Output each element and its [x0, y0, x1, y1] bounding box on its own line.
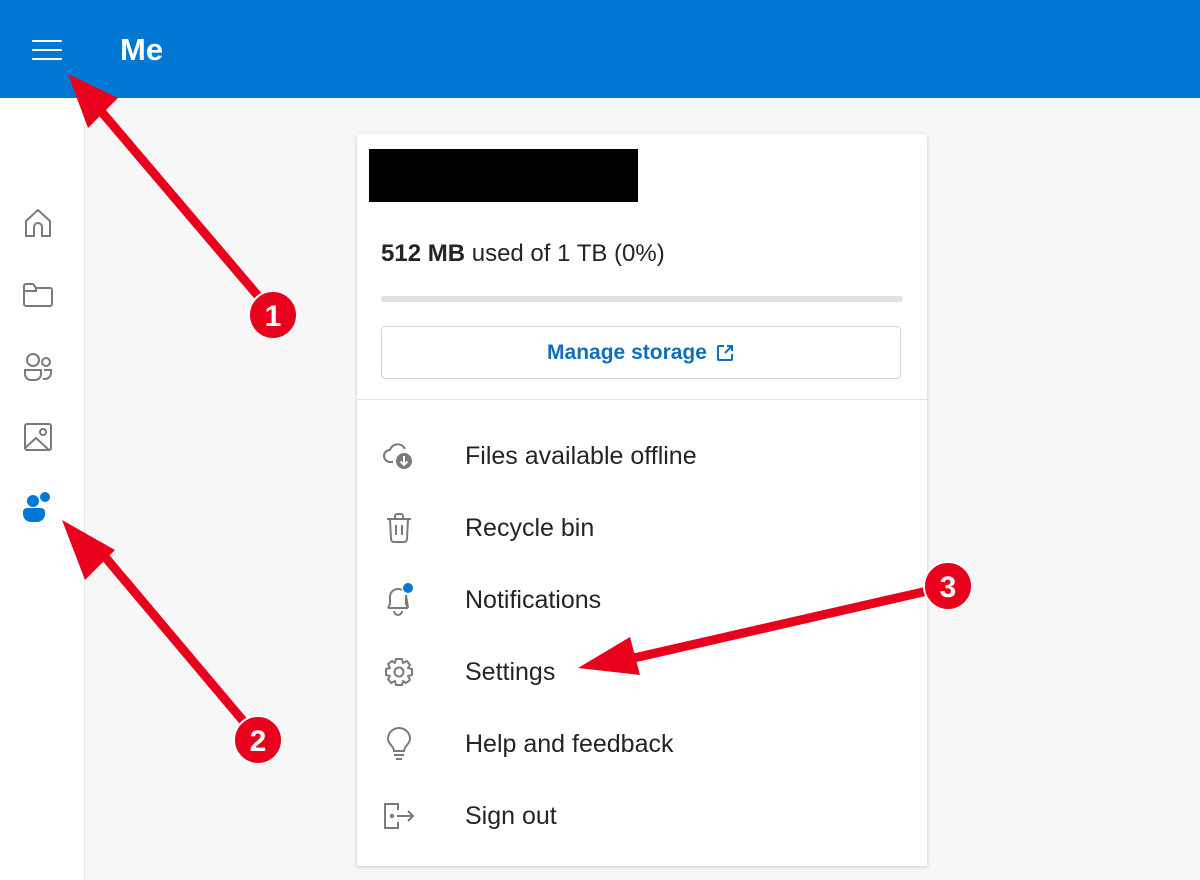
folder-icon [23, 283, 53, 307]
storage-usage-rest: used of 1 TB (0%) [465, 240, 665, 267]
bell-icon [387, 583, 413, 616]
annotation-number-1: 1 [265, 300, 282, 333]
menu-item-label: Files available offline [465, 441, 697, 470]
divider [357, 399, 927, 400]
sign-out-icon [384, 803, 415, 829]
image-icon [24, 423, 52, 451]
menu-item-label: Settings [465, 657, 556, 686]
menu-item-settings[interactable]: Settings [357, 642, 927, 702]
menu-item-notifications[interactable]: Notifications [357, 570, 927, 630]
sidebar-item-shared[interactable] [20, 349, 56, 385]
sidebar-item-me[interactable] [20, 489, 56, 525]
hamburger-menu-button[interactable] [30, 36, 66, 66]
sidebar [0, 98, 85, 880]
cloud-download-icon [383, 443, 412, 469]
page-title: Me [120, 32, 164, 67]
top-bar: Me [0, 0, 1200, 98]
annotation-arrow-1: 1 [68, 74, 298, 340]
menu-item-label: Help and feedback [465, 729, 674, 758]
sidebar-item-photos[interactable] [20, 419, 56, 455]
hamburger-icon-line [32, 49, 62, 51]
external-link-icon [716, 344, 733, 361]
sidebar-item-home[interactable] [20, 205, 56, 241]
annotation-number-2: 2 [250, 725, 267, 758]
trash-icon [387, 513, 411, 543]
account-menu-card: 512 MB used of 1 TB (0%) Manage storage … [357, 134, 927, 866]
menu-item-label: Sign out [465, 801, 557, 830]
storage-usage-text: 512 MB used of 1 TB (0%) [381, 240, 665, 268]
person-filled-icon [23, 492, 50, 522]
storage-used-value: 512 MB [381, 240, 466, 267]
menu-item-files-offline[interactable]: Files available offline [357, 426, 927, 486]
annotation-number-3: 3 [940, 571, 957, 604]
menu-item-recycle-bin[interactable]: Recycle bin [357, 498, 927, 558]
storage-progress-bar [381, 296, 903, 302]
menu-item-label: Notifications [465, 585, 602, 614]
manage-storage-button[interactable]: Manage storage [381, 326, 901, 379]
hamburger-icon-line [32, 58, 62, 60]
gear-icon [385, 658, 413, 686]
annotation-arrow-2: 2 [62, 520, 283, 765]
menu-item-sign-out[interactable]: Sign out [357, 786, 927, 846]
notification-badge [403, 583, 413, 593]
menu-item-label: Recycle bin [465, 513, 595, 542]
redacted-account-name [369, 149, 638, 202]
menu-item-help-feedback[interactable]: Help and feedback [357, 714, 927, 774]
people-icon [24, 353, 52, 381]
hamburger-icon [32, 40, 62, 42]
manage-storage-label: Manage storage [547, 340, 707, 364]
home-icon [25, 209, 51, 237]
sidebar-item-files[interactable] [20, 277, 56, 313]
lightbulb-icon [386, 727, 412, 760]
